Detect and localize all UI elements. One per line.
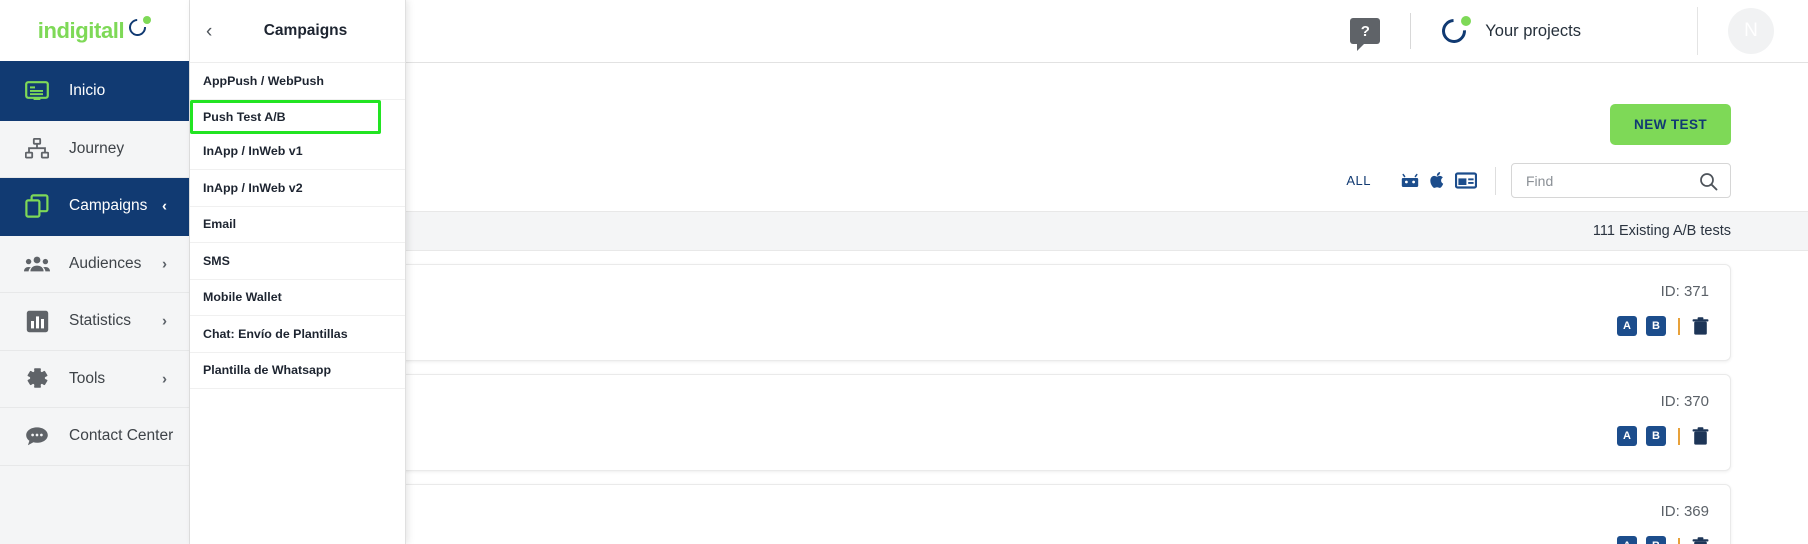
search-icon[interactable] xyxy=(1699,172,1718,191)
test-id-label: ID: 371 xyxy=(1660,283,1709,300)
submenu-item-chat-plantillas[interactable]: Chat: Envío de Plantillas xyxy=(190,316,405,353)
campaigns-submenu-panel: ‹ Campaigns AppPush / WebPush Push Test … xyxy=(190,0,406,544)
variant-a-button[interactable]: A xyxy=(1617,536,1637,544)
submenu-item-mobile-wallet[interactable]: Mobile Wallet xyxy=(190,280,405,316)
submenu-item-push-test-ab[interactable]: Push Test A/B xyxy=(190,99,381,134)
help-question-icon[interactable]: ? xyxy=(1350,18,1381,51)
row-actions: A B xyxy=(1617,316,1709,336)
row-actions: A B xyxy=(1617,426,1709,446)
submenu-item-inapp-inweb-v2[interactable]: InApp / InWeb v2 xyxy=(190,170,405,207)
chevron-left-icon[interactable]: ‹ xyxy=(206,22,232,41)
variant-a-button[interactable]: A xyxy=(1617,426,1637,446)
action-divider xyxy=(1678,537,1680,544)
app-root: ? Your projects N NEW TEST ALL Find 111 … xyxy=(0,0,1808,544)
sidebar-item-label: Statistics xyxy=(69,312,132,330)
main-content: NEW TEST ALL Find 111 Existing A/B tests… xyxy=(190,63,1808,544)
sidebar-item-label: Audiences xyxy=(69,254,142,272)
trash-icon[interactable] xyxy=(1692,316,1709,336)
indigitall-logo-mark-icon xyxy=(1437,14,1472,48)
sidebar-item-tools[interactable]: Tools › xyxy=(0,351,189,408)
table-row[interactable]: ID: 369 A B xyxy=(190,484,1731,544)
journey-nodes-icon xyxy=(24,136,50,162)
search-field-wrapper xyxy=(1511,163,1731,198)
sidebar-item-audiences[interactable]: Audiences › xyxy=(0,236,189,293)
sidebar-item-statistics[interactable]: Statistics › xyxy=(0,293,189,351)
brand-name: indigitall xyxy=(37,17,125,43)
submenu-item-sms[interactable]: SMS xyxy=(190,243,405,280)
bar-chart-icon xyxy=(24,308,50,334)
submenu-title: Campaigns xyxy=(263,22,348,39)
submenu-item-apppush-webpush[interactable]: AppPush / WebPush xyxy=(190,63,405,100)
apple-icon[interactable] xyxy=(1430,171,1446,190)
android-icon[interactable] xyxy=(1399,173,1421,189)
trash-icon[interactable] xyxy=(1692,536,1709,544)
indigitall-logo-mark-icon xyxy=(125,14,152,40)
row-actions: A B xyxy=(1617,536,1709,544)
dashboard-icon xyxy=(24,78,50,104)
sidebar-item-label: Campaigns xyxy=(69,197,148,215)
puzzle-piece-icon xyxy=(24,366,50,392)
action-divider xyxy=(1678,317,1680,335)
filter-all[interactable]: ALL xyxy=(1346,173,1371,188)
submenu-item-email[interactable]: Email xyxy=(190,207,405,243)
action-divider xyxy=(1678,427,1680,445)
test-id-label: ID: 370 xyxy=(1660,393,1709,410)
sidebar-item-contact-center[interactable]: Contact Center xyxy=(0,408,189,466)
variant-b-button[interactable]: B xyxy=(1646,536,1666,544)
ab-test-list: ID: 371 A B ID: 370 A B ID: 369 xyxy=(190,264,1808,544)
filter-row: ALL xyxy=(1346,163,1731,198)
brand-logo[interactable]: indigitall xyxy=(0,0,189,63)
header-divider-2 xyxy=(1697,7,1698,55)
submenu-item-inapp-inweb-v1[interactable]: InApp / InWeb v1 xyxy=(190,134,405,170)
trash-icon[interactable] xyxy=(1692,426,1709,446)
sidebar-chevron: › xyxy=(162,255,167,273)
platform-filter-icons xyxy=(1399,171,1477,190)
sidebar-item-journey[interactable]: Journey xyxy=(0,121,189,178)
table-row[interactable]: ID: 371 A B xyxy=(190,264,1731,361)
your-projects-button[interactable]: Your projects xyxy=(1411,0,1581,63)
people-group-icon xyxy=(24,251,50,277)
sidebar-item-label: Inicio xyxy=(69,82,106,100)
submenu-item-plantilla-whatsapp[interactable]: Plantilla de Whatsapp xyxy=(190,353,405,389)
sidebar-chevron: › xyxy=(162,312,167,330)
sidebar: indigitall Inicio Journey Campaigns ‹ Au… xyxy=(0,0,190,544)
test-id-label: ID: 369 xyxy=(1660,503,1709,520)
new-test-button[interactable]: NEW TEST xyxy=(1610,104,1731,145)
sidebar-chevron: › xyxy=(162,370,167,388)
content-toolbar: NEW TEST ALL xyxy=(190,63,1808,211)
sidebar-chevron: ‹ xyxy=(162,197,167,215)
variant-b-button[interactable]: B xyxy=(1646,426,1666,446)
sidebar-item-label: Journey xyxy=(69,139,125,157)
your-projects-label: Your projects xyxy=(1485,21,1581,40)
sidebar-item-campaigns[interactable]: Campaigns ‹ xyxy=(0,178,189,236)
search-input[interactable] xyxy=(1512,164,1687,197)
chat-bubble-icon xyxy=(24,423,50,449)
variant-b-button[interactable]: B xyxy=(1646,316,1666,336)
sidebar-item-label: Tools xyxy=(69,369,106,387)
sidebar-item-inicio[interactable]: Inicio xyxy=(0,63,189,121)
filter-divider xyxy=(1495,166,1496,195)
existing-tests-count: 111 Existing A/B tests xyxy=(1592,223,1731,239)
submenu-header: ‹ Campaigns xyxy=(190,0,405,63)
avatar[interactable]: N xyxy=(1728,8,1774,54)
web-browser-icon[interactable] xyxy=(1455,172,1477,189)
existing-tests-count-band: 111 Existing A/B tests xyxy=(190,211,1808,251)
variant-a-button[interactable]: A xyxy=(1617,316,1637,336)
avatar-initial: N xyxy=(1744,20,1758,41)
campaigns-copy-icon xyxy=(24,193,50,219)
table-row[interactable]: ID: 370 A B xyxy=(190,374,1731,471)
sidebar-item-label: Contact Center xyxy=(69,427,174,445)
